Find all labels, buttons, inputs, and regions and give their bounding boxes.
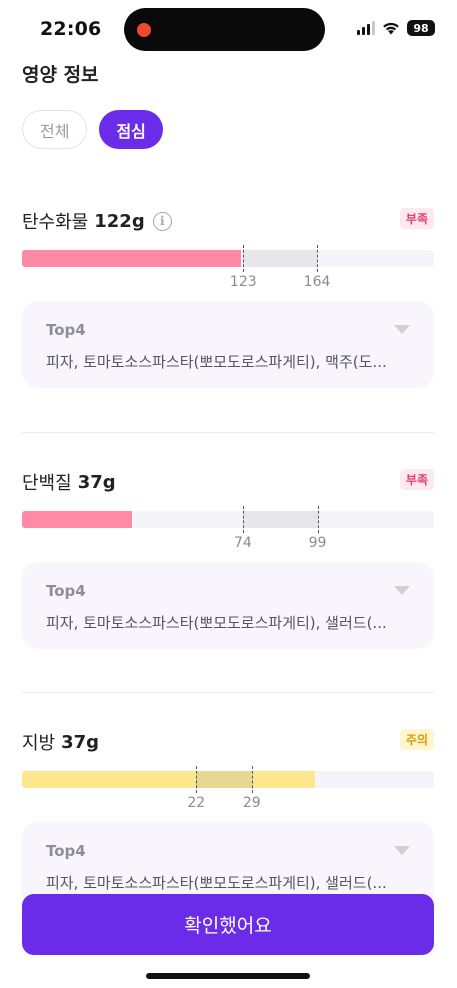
nutrient-name: 지방 xyxy=(22,733,56,754)
recommended-range xyxy=(243,250,318,267)
nutrient-carbohydrate: 탄수화물 122g i 부족 123 164 Top4 피자, 토마토소스파스타… xyxy=(22,208,434,388)
top-foods-list: 피자, 토마토소스파스타(뽀모도로스파게티), 샐러드(... xyxy=(46,874,387,892)
range-max-label: 164 xyxy=(303,274,331,290)
status-bar: 22:06 98 xyxy=(0,0,457,58)
info-icon[interactable]: i xyxy=(152,211,172,231)
intake-bar xyxy=(22,245,434,272)
nutrient-title: 지방 37g xyxy=(22,729,434,755)
nutrient-fat: 지방 37g 주의 22 29 Top4 피자, 토마토소스파스타(뽀모도로스파… xyxy=(22,729,434,909)
divider xyxy=(22,692,434,693)
status-icons: 98 xyxy=(357,20,435,36)
recommended-range xyxy=(196,771,252,788)
page-title: 영양 정보 xyxy=(22,64,99,86)
filter-chip-all[interactable]: 전체 xyxy=(22,110,88,149)
top-foods-card[interactable]: Top4 피자, 토마토소스파스타(뽀모도로스파게티), 샐러드(... xyxy=(22,562,434,649)
top-foods-title: Top4 xyxy=(46,582,86,600)
recommended-range xyxy=(242,511,318,528)
recording-indicator-icon xyxy=(137,23,151,37)
intake-fill xyxy=(22,771,316,788)
status-badge: 주의 xyxy=(399,729,434,750)
range-max-label: 99 xyxy=(308,535,327,551)
intake-bar xyxy=(22,506,434,533)
status-badge: 부족 xyxy=(399,208,434,229)
status-time: 22:06 xyxy=(40,18,102,40)
chevron-down-icon[interactable] xyxy=(394,325,410,334)
nutrient-name: 단백질 xyxy=(22,473,72,494)
top-foods-list: 피자, 토마토소스파스타(뽀모도로스파게티), 맥주(도... xyxy=(46,353,387,371)
wifi-icon xyxy=(383,22,399,35)
home-indicator xyxy=(146,973,310,979)
intake-fill xyxy=(22,511,133,528)
range-min-label: 123 xyxy=(229,274,257,290)
divider xyxy=(22,432,434,433)
nutrient-amount: 122g xyxy=(94,210,145,232)
range-min-label: 74 xyxy=(234,535,252,551)
confirm-button[interactable]: 확인했어요 xyxy=(22,894,434,955)
chevron-down-icon[interactable] xyxy=(394,586,410,595)
dynamic-island xyxy=(124,8,325,51)
nutrient-title: 단백질 37g xyxy=(22,469,434,495)
status-badge: 부족 xyxy=(399,469,434,490)
top-foods-title: Top4 xyxy=(46,842,86,860)
chevron-down-icon[interactable] xyxy=(394,846,410,855)
nutrient-title: 탄수화물 122g i xyxy=(22,208,434,234)
top-foods-title: Top4 xyxy=(46,321,86,339)
filter-chip-lunch[interactable]: 점심 xyxy=(99,110,163,149)
nutrient-protein: 단백질 37g 부족 74 99 Top4 피자, 토마토소스파스타(뽀모도로스… xyxy=(22,469,434,649)
top-foods-card[interactable]: Top4 피자, 토마토소스파스타(뽀모도로스파게티), 맥주(도... xyxy=(22,301,434,388)
intake-bar xyxy=(22,766,434,793)
battery-indicator: 98 xyxy=(407,20,435,36)
meal-filter-chips: 전체 점심 xyxy=(22,110,163,149)
range-min-label: 22 xyxy=(187,795,206,811)
cellular-signal-icon xyxy=(357,21,375,35)
intake-fill xyxy=(22,250,242,267)
nutrient-name: 탄수화물 xyxy=(22,212,89,233)
nutrient-amount: 37g xyxy=(61,731,100,753)
nutrient-amount: 37g xyxy=(77,471,116,493)
range-max-label: 29 xyxy=(242,795,261,811)
top-foods-list: 피자, 토마토소스파스타(뽀모도로스파게티), 샐러드(... xyxy=(46,614,387,632)
